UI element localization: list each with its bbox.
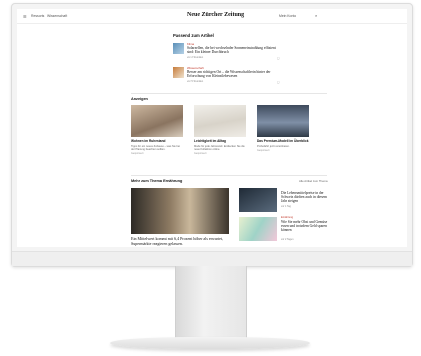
ad-source: Gesponsert: [131, 152, 144, 156]
article-meta: vor 2 Stunden: [187, 56, 204, 59]
article-meta: vor 5 Stunden: [187, 80, 204, 83]
article-headline[interactable]: Wie Sie mehr Obst und Gemüse essen und t…: [281, 220, 331, 232]
site-logo[interactable]: Neue Zürcher Zeitung: [187, 12, 244, 18]
ad-source: Gesponsert: [194, 152, 207, 156]
ad-description: Probefahrt jetzt vereinbaren.: [257, 144, 290, 148]
lead-article-image[interactable]: [131, 188, 229, 234]
ad-title[interactable]: Wohnen im Ruhestand: [131, 139, 183, 144]
lead-article-headline[interactable]: Ein Mittelwert kommt mit 6,4 Prozent höh…: [131, 236, 231, 246]
bookmark-icon[interactable]: ◻: [277, 80, 280, 84]
search-icon[interactable]: ⌕: [315, 13, 317, 18]
nav-section[interactable]: Wissenschaft: [47, 14, 67, 18]
related-item[interactable]: Klima Solarzellen, die bei wechselnder S…: [173, 41, 283, 63]
article-headline[interactable]: Besser am richtigen Ort – die Wissenscha…: [187, 70, 279, 78]
bookmark-icon[interactable]: ◻: [277, 56, 280, 60]
article-headline[interactable]: Die Lebensmittelpreise in der Schweiz dü…: [281, 191, 331, 203]
ad-description: Tipps für ein neues Zuhause – was Sie be…: [131, 144, 180, 151]
ad-image: [257, 105, 309, 137]
divider: [131, 93, 327, 94]
related-item[interactable]: Wissenschaft Besser am richtigen Ort – d…: [173, 65, 283, 87]
article-meta: vor 1 Tag: [281, 205, 291, 208]
article-thumbnail: [239, 188, 277, 212]
ad-card[interactable]: Wohnen im Ruhestand Tipps für ein neues …: [131, 105, 183, 155]
article-meta: vor 2 Tagen: [281, 238, 294, 241]
ad-image: [194, 105, 246, 137]
article-thumbnail: [173, 67, 184, 78]
ad-title[interactable]: Leichtigkeit im Alltag: [194, 139, 246, 144]
article-tag: Ernährung: [281, 216, 294, 219]
monitor-frame: ☰ Ressorts Wissenschaft Neue Zürcher Zei…: [11, 3, 413, 267]
monitor-stand: [175, 266, 247, 342]
article-headline[interactable]: Solarzellen, die bei wechselnder Sonnene…: [187, 46, 279, 54]
site-header: ☰ Ressorts Wissenschaft Neue Zürcher Zei…: [17, 9, 407, 24]
account-link[interactable]: Mein Konto: [279, 14, 296, 18]
article-thumbnail: [173, 43, 184, 54]
ads-label: Anzeigen: [131, 97, 148, 101]
ad-card[interactable]: Das Premium-Modell im Überblick Probefah…: [257, 105, 309, 152]
nav-ressorts[interactable]: Ressorts: [31, 14, 44, 18]
monitor-chin: [12, 251, 412, 266]
menu-icon[interactable]: ☰: [23, 14, 27, 19]
monitor-base: [110, 337, 310, 349]
browser-screen: ☰ Ressorts Wissenschaft Neue Zürcher Zei…: [17, 9, 407, 247]
ad-description: Mode für jede Jahreszeit: Entdecken Sie …: [194, 144, 245, 151]
ad-card[interactable]: Leichtigkeit im Alltag Mode für jede Jah…: [194, 105, 246, 155]
ad-image: [131, 105, 183, 137]
related-title: Passend zum Artikel: [173, 33, 214, 38]
ad-title[interactable]: Das Premium-Modell im Überblick: [257, 139, 309, 144]
more-section-link[interactable]: Alle Artikel zum Thema: [299, 179, 328, 183]
ad-source: Gesponsert: [257, 149, 270, 152]
more-section-title: Mehr zum Thema Ernährung: [131, 179, 183, 183]
article-thumbnail: [239, 217, 277, 241]
divider: [131, 175, 327, 176]
